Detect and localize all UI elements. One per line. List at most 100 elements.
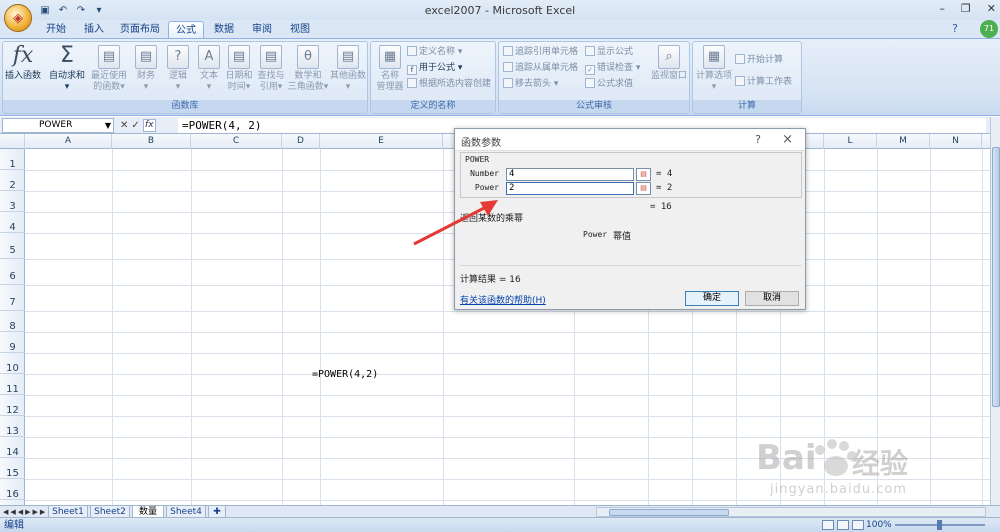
ok-button[interactable]: 确定 xyxy=(685,291,739,306)
lookup-button[interactable]: ▤ 查找与 引用▾ xyxy=(255,45,287,93)
row-header[interactable]: 2 xyxy=(0,170,25,191)
help-icon[interactable]: ? xyxy=(755,133,761,146)
save-icon[interactable]: ▣ xyxy=(38,4,52,17)
close-icon[interactable]: ✕ xyxy=(987,2,996,15)
tab-data[interactable]: 数据 xyxy=(206,21,242,38)
row-header[interactable]: 5 xyxy=(0,233,25,259)
arg-number-input[interactable]: 4 xyxy=(506,168,634,181)
financial-button[interactable]: ▤ 财务 ▾ xyxy=(131,45,161,93)
error-checking-button[interactable]: ✓ 错误检查 ▾ xyxy=(585,62,640,75)
tab-home[interactable]: 开始 xyxy=(38,21,74,38)
more-functions-button[interactable]: ▤ 其他函数 ▾ xyxy=(329,45,367,93)
undo-icon[interactable]: ↶ xyxy=(56,4,70,17)
trace-dependents-button[interactable]: 追踪从属单元格 xyxy=(503,62,578,74)
vertical-scrollbar[interactable] xyxy=(990,117,1000,505)
column-header[interactable]: E xyxy=(320,134,443,149)
row-header[interactable]: 9 xyxy=(0,332,25,353)
column-header[interactable]: N xyxy=(930,134,982,149)
help-link[interactable]: 有关该函数的帮助(H) xyxy=(460,293,546,306)
chevron-down-icon[interactable]: ▼ xyxy=(105,119,111,132)
watch-window-button[interactable]: ⌕ 监视窗口 xyxy=(649,45,689,82)
column-header[interactable]: B xyxy=(112,134,191,149)
function-description: 返回某数的乘幂 xyxy=(460,214,524,224)
tab-formulas[interactable]: 公式 xyxy=(168,21,204,38)
show-formulas-button[interactable]: 显示公式 xyxy=(585,46,633,58)
logical-button[interactable]: ? 逻辑 ▾ xyxy=(163,45,193,93)
row-header[interactable]: 10 xyxy=(0,353,25,374)
page-break-view-icon[interactable] xyxy=(852,520,864,530)
tab-view[interactable]: 视图 xyxy=(282,21,318,38)
row-header[interactable]: 3 xyxy=(0,191,25,212)
row-header[interactable]: 13 xyxy=(0,416,25,437)
column-header[interactable]: M xyxy=(877,134,930,149)
row-header[interactable]: 6 xyxy=(0,259,25,285)
row-header[interactable]: 15 xyxy=(0,458,25,479)
theta-book-icon: θ xyxy=(297,45,319,69)
restore-icon[interactable]: ❐ xyxy=(961,2,971,15)
scroll-thumb[interactable] xyxy=(992,147,1000,407)
recent-functions-button[interactable]: ▤ 最近使用 的函数▾ xyxy=(89,45,129,93)
close-icon[interactable]: × xyxy=(782,132,793,147)
office-button[interactable]: ◈ xyxy=(4,4,32,32)
page-layout-view-icon[interactable] xyxy=(837,520,849,530)
text-button[interactable]: A 文本 ▾ xyxy=(194,45,224,93)
group-label: 计算 xyxy=(693,100,801,113)
column-header[interactable]: D xyxy=(282,134,320,149)
redo-icon[interactable]: ↷ xyxy=(74,4,88,17)
datetime-button[interactable]: ▤ 日期和 时间▾ xyxy=(223,45,255,93)
tab-page-layout[interactable]: 页面布局 xyxy=(114,21,166,38)
row-header[interactable]: 14 xyxy=(0,437,25,458)
collapse-dialog-icon[interactable]: ▤ xyxy=(636,168,651,181)
ribbon-tabs: 开始 插入 页面布局 公式 数据 审阅 视图 ? 71 xyxy=(0,20,1000,38)
row-header[interactable]: 16 xyxy=(0,479,25,500)
use-in-formula-button[interactable]: f 用于公式 ▾ xyxy=(407,62,462,75)
cancel-button[interactable]: 取消 xyxy=(745,291,799,306)
select-all-corner[interactable] xyxy=(0,134,25,149)
math-trig-button[interactable]: θ 数学和 三角函数▾ xyxy=(287,45,329,93)
create-from-selection-button[interactable]: 根据所选内容创建 xyxy=(407,78,491,90)
enter-icon[interactable]: ✓ xyxy=(131,120,139,131)
row-header[interactable]: 11 xyxy=(0,374,25,395)
row-header[interactable]: 4 xyxy=(0,212,25,233)
calc-sheet-button[interactable]: 计算工作表 xyxy=(735,76,792,88)
column-header[interactable]: L xyxy=(824,134,877,149)
remove-arrows-button[interactable]: 移去箭头 ▾ xyxy=(503,78,558,90)
gridline xyxy=(824,149,825,505)
zoom-level[interactable]: 100% xyxy=(866,519,892,532)
column-header[interactable]: C xyxy=(191,134,282,149)
name-box[interactable]: POWER ▼ xyxy=(2,118,114,133)
row-header[interactable]: 12 xyxy=(0,395,25,416)
tab-insert[interactable]: 插入 xyxy=(76,21,112,38)
gridline xyxy=(25,374,990,375)
zoom-thumb[interactable] xyxy=(937,520,942,530)
customize-qat-icon[interactable]: ▾ xyxy=(92,4,106,17)
collapse-dialog-icon[interactable]: ▤ xyxy=(636,182,651,195)
row-header[interactable]: 1 xyxy=(0,149,25,170)
name-manager-button[interactable]: ▦ 名称 管理器 xyxy=(373,45,407,93)
define-name-button[interactable]: 定义名称 ▾ xyxy=(407,46,462,58)
gridline xyxy=(25,395,990,396)
insert-function-icon[interactable]: fx xyxy=(142,119,156,132)
evaluate-formula-button[interactable]: 公式求值 xyxy=(585,78,633,90)
arg-power-label: Power xyxy=(474,183,499,192)
column-header[interactable]: A xyxy=(25,134,112,149)
fx-icon: fx xyxy=(12,43,34,68)
row-header[interactable]: 8 xyxy=(0,311,25,332)
cell-e10[interactable]: =POWER(4,2) xyxy=(312,369,378,380)
tab-review[interactable]: 审阅 xyxy=(244,21,280,38)
show-formula-icon xyxy=(585,46,595,56)
insert-function-button[interactable]: fx 插入函数 xyxy=(5,45,41,82)
calc-options-button[interactable]: ▦ 计算选项 ▾ xyxy=(695,45,733,93)
row-header[interactable]: 7 xyxy=(0,285,25,311)
autosum-button[interactable]: Σ 自动求和 ▾ xyxy=(47,45,87,93)
arg-power-input[interactable]: 2 xyxy=(506,182,634,195)
cancel-icon[interactable]: ✕ xyxy=(120,120,128,131)
group-function-library: fx 插入函数 Σ 自动求和 ▾ ▤ 最近使用 的函数▾ ▤ 财务 ▾ ? 逻辑 ▾ A 文本 ▾ ▤… xyxy=(2,41,368,114)
hscroll-thumb[interactable] xyxy=(609,509,729,516)
horizontal-scrollbar[interactable] xyxy=(596,507,986,517)
normal-view-icon[interactable] xyxy=(822,520,834,530)
help-icon[interactable]: ? xyxy=(952,22,958,35)
trace-precedents-button[interactable]: 追踪引用单元格 xyxy=(503,46,578,58)
minimize-icon[interactable]: – xyxy=(939,2,945,15)
calc-now-button[interactable]: 开始计算 xyxy=(735,54,783,66)
